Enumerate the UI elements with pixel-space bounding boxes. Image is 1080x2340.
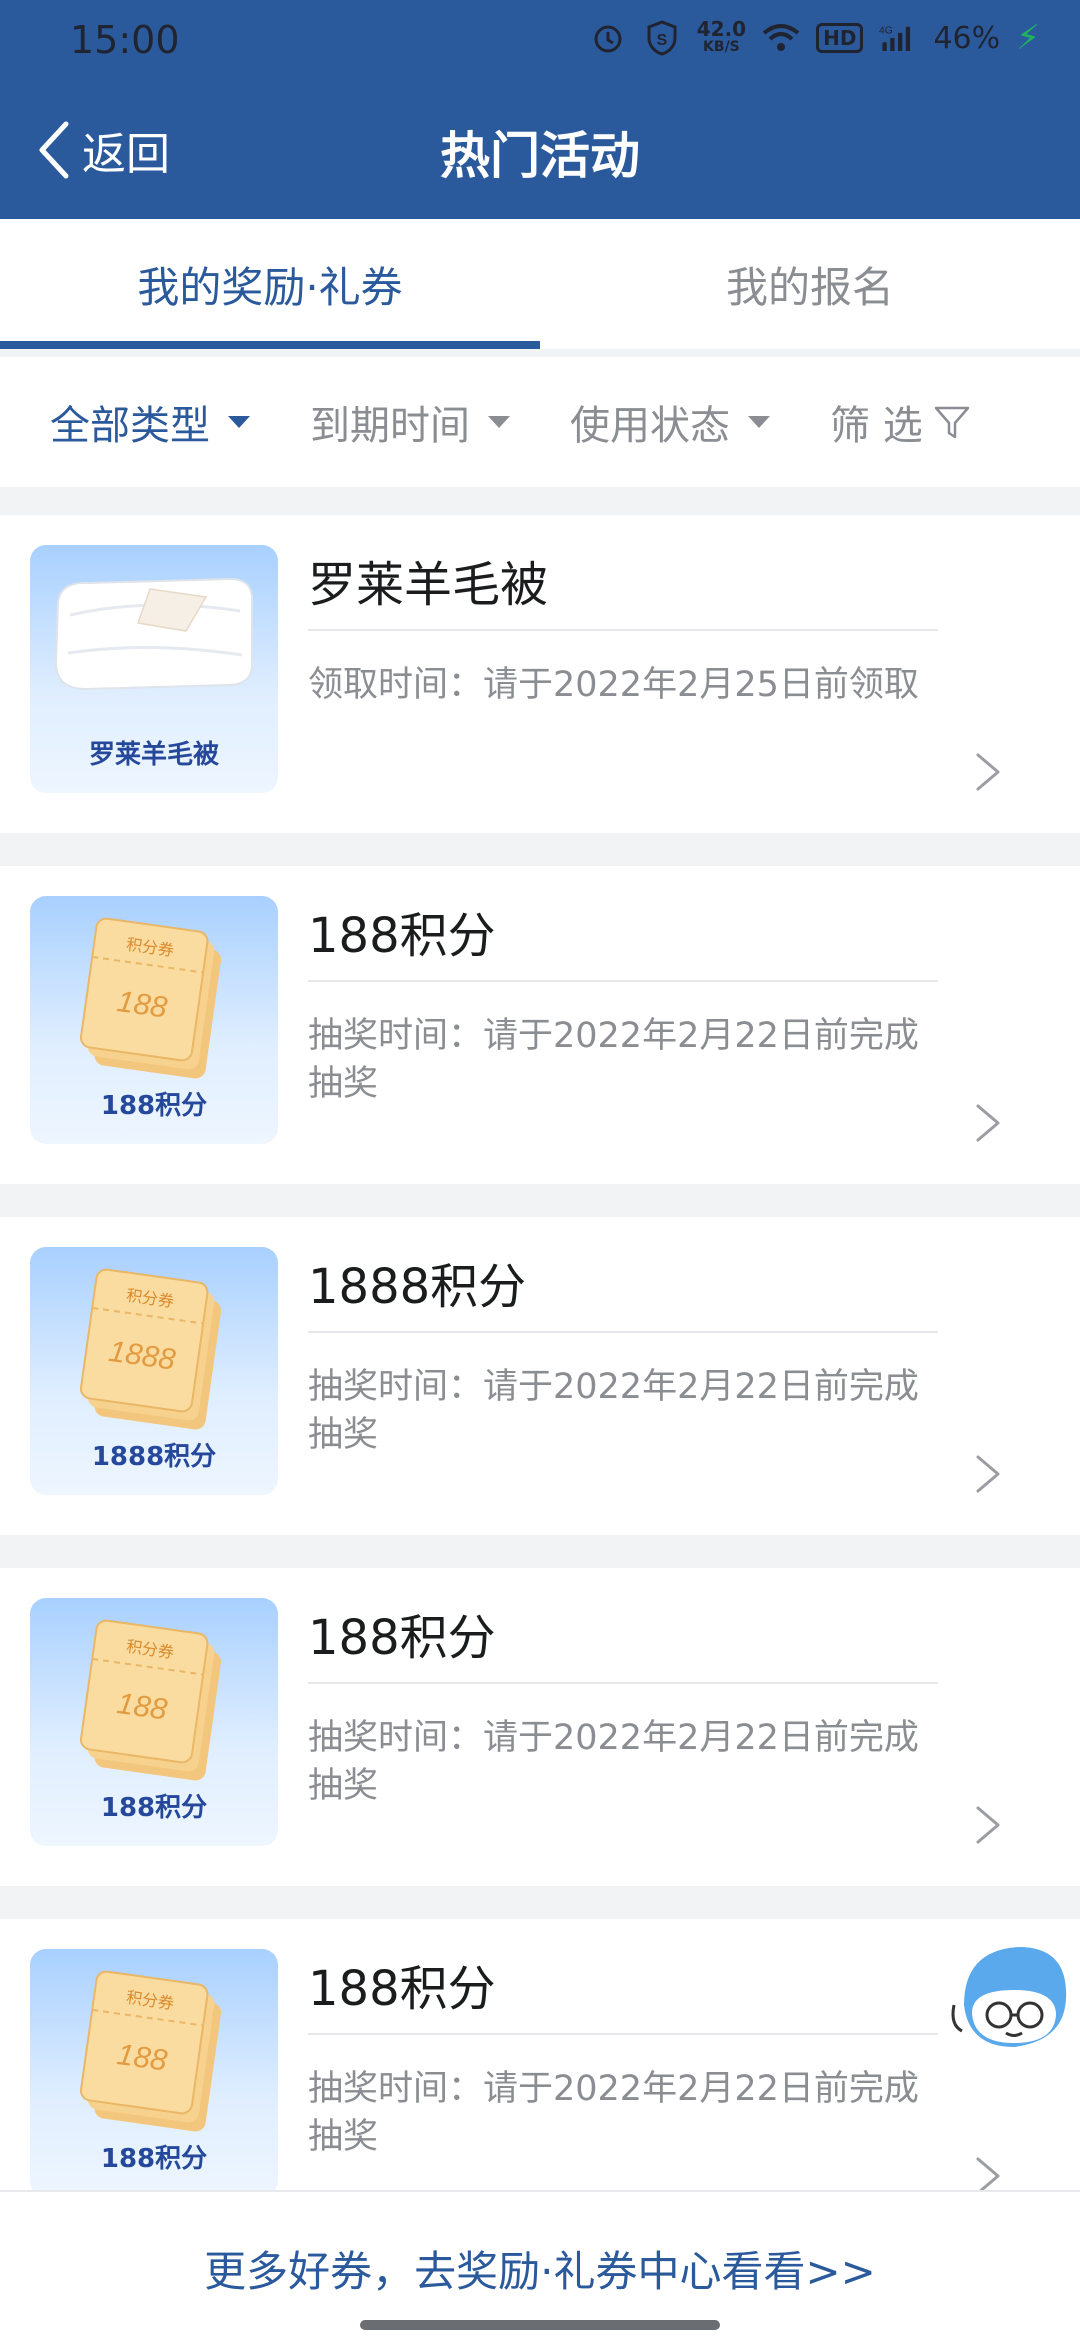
tab-my-signups[interactable]: 我的报名 <box>540 219 1080 349</box>
assistant-mascot-icon[interactable] <box>944 1935 1074 2065</box>
chevron-right-icon <box>976 1455 1000 1493</box>
shield-icon: S <box>643 19 681 57</box>
thumbnail-label: 188积分 <box>100 1091 208 1121</box>
reward-deadline: 抽奖时间：请于2022年2月22日前完成抽奖 <box>308 2069 919 2157</box>
caret-down-icon <box>488 416 510 428</box>
tab-rewards-coupons[interactable]: 我的奖励·礼券 <box>0 219 540 349</box>
filter-type-label: 全部类型 <box>50 403 210 449</box>
nav-bar: 返回 热门活动 <box>0 100 1080 200</box>
hd-badge: HD <box>816 23 864 53</box>
reward-card[interactable]: 积分券 1888 1888积分 1888积分 抽奖时间：请于2022年2月22日前完成抽… <box>0 1217 1080 1535</box>
reward-info: 188积分抽奖时间：请于2022年2月22日前完成抽奖 <box>308 1598 938 1810</box>
app-header: 15:00 S 42.0 KB/S HD 4G 46% ⚡ 返回 热门活动 <box>0 0 1080 219</box>
thumbnail-label: 1888积分 <box>91 1442 217 1472</box>
reward-thumbnail: 积分券 188 188积分 <box>30 896 278 1144</box>
svg-text:188: 188 <box>115 1687 169 1727</box>
reward-thumbnail: 罗莱羊毛被 <box>30 545 278 793</box>
filter-type[interactable]: 全部类型 <box>50 393 250 451</box>
footer-bar: 更多好券，去奖励·礼券中心看看>> <box>0 2190 1080 2340</box>
reward-card[interactable]: 积分券 188 188积分 188积分 抽奖时间：请于2022年2月22日前完成抽奖 <box>0 1568 1080 1886</box>
caret-down-icon <box>228 416 250 428</box>
chevron-right-icon <box>976 753 1000 791</box>
reward-card[interactable]: 积分券 188 188积分 188积分 抽奖时间：请于2022年2月22日前完成抽奖 <box>0 866 1080 1184</box>
status-icons: S 42.0 KB/S HD 4G 46% ⚡ <box>589 18 1040 58</box>
reward-list: 罗莱羊毛被 罗莱羊毛被 领取时间：请于2022年2月25日前领取 积分券 188 188积… <box>0 515 1080 2270</box>
filter-status-label: 使用状态 <box>570 403 730 449</box>
filter-expiry[interactable]: 到期时间 <box>310 393 510 451</box>
status-time: 15:00 <box>70 18 180 62</box>
reward-deadline: 领取时间：请于2022年2月25日前领取 <box>308 665 919 705</box>
net-speed: 42.0 KB/S <box>696 17 747 56</box>
filter-bar: 全部类型 到期时间 使用状态 筛 选 <box>0 357 1080 487</box>
filter-status[interactable]: 使用状态 <box>570 393 770 451</box>
filter-more-label: 筛 选 <box>830 403 923 449</box>
thumbnail-label: 罗莱羊毛被 <box>88 740 219 770</box>
alarm-icon <box>589 19 627 57</box>
net-speed-value: 42.0 <box>696 17 747 41</box>
funnel-icon <box>934 406 969 439</box>
svg-text:S: S <box>656 32 667 49</box>
charging-icon: ⚡ <box>1016 18 1040 58</box>
reward-thumbnail: 积分券 1888 1888积分 <box>30 1247 278 1495</box>
battery-percent: 46% <box>933 20 1001 56</box>
wifi-icon <box>762 19 800 57</box>
svg-text:188: 188 <box>115 985 169 1025</box>
chevron-right-icon <box>976 1104 1000 1142</box>
signal-icon: 4G <box>879 19 917 57</box>
filter-more[interactable]: 筛 选 <box>830 393 971 451</box>
signal-label: 4G <box>879 26 893 37</box>
reward-info: 188积分抽奖时间：请于2022年2月22日前完成抽奖 <box>308 896 938 1108</box>
reward-deadline: 抽奖时间：请于2022年2月22日前完成抽奖 <box>308 1718 919 1806</box>
tab-bar: 我的奖励·礼券 我的报名 <box>0 219 1080 349</box>
thumbnail-label: 188积分 <box>100 2144 208 2174</box>
net-speed-unit: KB/S <box>703 39 740 55</box>
reward-info: 188积分抽奖时间：请于2022年2月22日前完成抽奖 <box>308 1949 938 2161</box>
reward-info: 罗莱羊毛被领取时间：请于2022年2月25日前领取 <box>308 545 938 709</box>
reward-card[interactable]: 罗莱羊毛被 罗莱羊毛被 领取时间：请于2022年2月25日前领取 <box>0 515 1080 833</box>
reward-info: 1888积分 抽奖时间：请于2022年2月22日前完成抽奖 <box>308 1247 938 1459</box>
chevron-right-icon <box>976 1806 1000 1844</box>
reward-deadline: 抽奖时间：请于2022年2月22日前完成抽奖 <box>308 1016 919 1104</box>
filter-expiry-label: 到期时间 <box>310 403 470 449</box>
reward-title: 188积分 <box>308 1598 938 1684</box>
caret-down-icon <box>748 416 770 428</box>
reward-title: 1888积分 <box>308 1247 938 1333</box>
svg-text:188: 188 <box>115 2038 169 2078</box>
thumbnail-label: 188积分 <box>100 1793 208 1823</box>
reward-title: 188积分 <box>308 896 938 982</box>
home-indicator[interactable] <box>360 2320 720 2330</box>
more-coupons-link[interactable]: 更多好券，去奖励·礼券中心看看>> <box>0 2238 1080 2299</box>
reward-title: 罗莱羊毛被 <box>308 545 938 631</box>
reward-title: 188积分 <box>308 1949 938 2035</box>
status-bar: 15:00 S 42.0 KB/S HD 4G 46% ⚡ <box>0 0 1080 84</box>
reward-thumbnail: 积分券 188 188积分 <box>30 1949 278 2197</box>
reward-deadline: 抽奖时间：请于2022年2月22日前完成抽奖 <box>308 1367 919 1455</box>
page-title: 热门活动 <box>440 127 640 185</box>
reward-thumbnail: 积分券 188 188积分 <box>30 1598 278 1846</box>
